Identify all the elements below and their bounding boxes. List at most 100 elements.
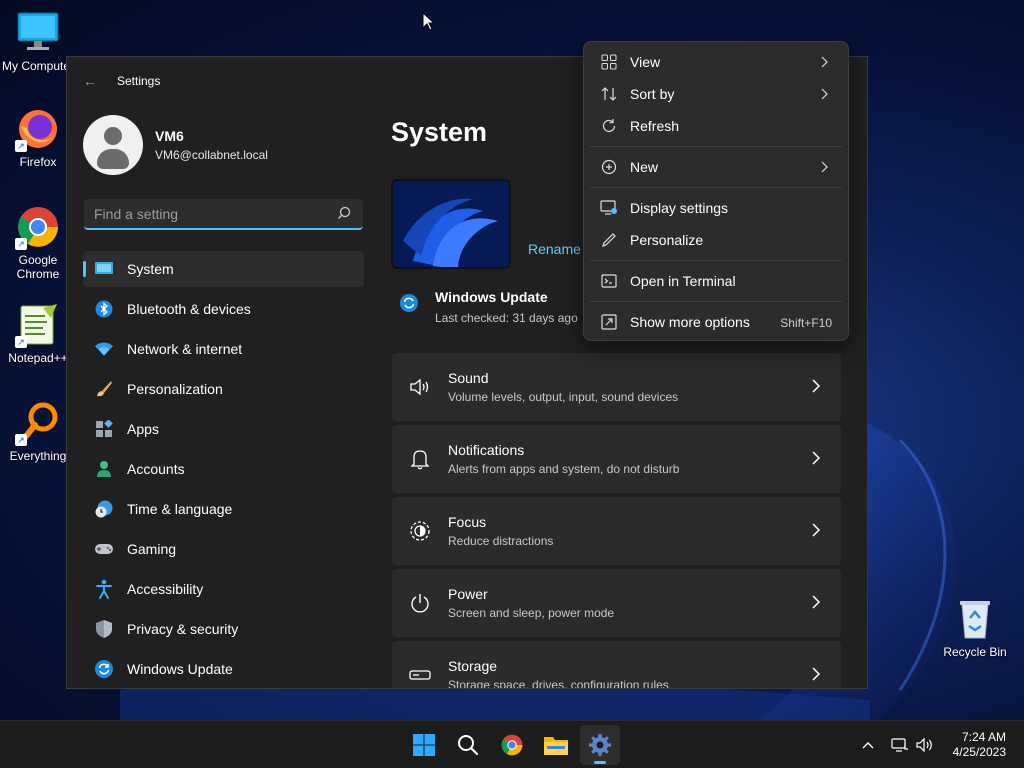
desktop-icon-recycle-bin[interactable]: Recycle Bin: [937, 596, 1013, 659]
desktop-icon-notepadpp[interactable]: ↗ Notepad++: [0, 302, 76, 365]
grid-view-icon: [600, 53, 618, 71]
menu-item-label: Personalize: [630, 232, 704, 248]
sidebar-item-time-language[interactable]: Time & language: [83, 491, 364, 527]
terminal-icon: [600, 272, 618, 290]
sidebar-item-gaming[interactable]: Gaming: [83, 531, 364, 567]
recycle-bin-icon: [952, 596, 998, 642]
back-arrow-icon[interactable]: ←: [83, 73, 101, 89]
tray-chevron-up-icon[interactable]: [856, 721, 880, 768]
desktop-icon-chrome[interactable]: ↗ Google Chrome: [0, 204, 76, 281]
bell-icon: [392, 448, 448, 470]
user-profile[interactable]: VM6 VM6@collabnet.local: [83, 115, 268, 175]
card-title: Sound: [448, 370, 489, 386]
clock-time: 7:24 AM: [961, 730, 1006, 744]
user-email: VM6@collabnet.local: [155, 148, 268, 162]
desktop-icon-label: My Computer: [1, 59, 75, 73]
card-title: Storage: [448, 658, 498, 674]
gamepad-icon: [93, 538, 115, 560]
sidebar-item-label: Windows Update: [127, 661, 233, 677]
sidebar-item-system[interactable]: System: [83, 251, 364, 287]
sidebar-item-accounts[interactable]: Accounts: [83, 451, 364, 487]
menu-item-label: New: [630, 159, 659, 175]
chevron-right-icon: [821, 56, 828, 68]
menu-item-new[interactable]: New: [588, 151, 844, 183]
sidebar-item-label: System: [127, 261, 174, 277]
notepadpp-icon: ↗: [15, 302, 61, 348]
sidebar-item-label: Accessibility: [127, 581, 204, 597]
menu-item-open-terminal[interactable]: Open in Terminal: [588, 265, 844, 297]
plus-circle-icon: [600, 158, 618, 176]
menu-item-refresh[interactable]: Refresh: [588, 110, 844, 142]
sidebar-item-bluetooth[interactable]: Bluetooth & devices: [83, 291, 364, 327]
card-sound[interactable]: Sound Volume levels, output, input, sound…: [392, 353, 841, 421]
user-name: VM6: [155, 128, 184, 144]
card-notifications[interactable]: Notifications Alerts from apps and system…: [392, 425, 841, 493]
search-icon[interactable]: [337, 206, 351, 220]
card-title: Notifications: [448, 442, 525, 458]
card-title: Focus: [448, 514, 487, 530]
card-subtitle: Screen and sleep, power mode: [448, 606, 615, 620]
menu-item-label: Open in Terminal: [630, 273, 736, 289]
settings-icon: [589, 734, 611, 756]
taskbar-file-explorer[interactable]: [536, 725, 576, 765]
windows-update-subtitle: Last checked: 31 days ago: [435, 311, 578, 325]
menu-separator: [590, 260, 842, 261]
sidebar-item-personalization[interactable]: Personalization: [83, 371, 364, 407]
menu-item-sort-by[interactable]: Sort by: [588, 78, 844, 110]
rename-link[interactable]: Rename: [528, 241, 581, 257]
start-button[interactable]: [404, 725, 444, 765]
sidebar-item-accessibility[interactable]: Accessibility: [83, 571, 364, 607]
search-input[interactable]: [94, 205, 334, 222]
menu-separator: [590, 146, 842, 147]
sidebar-item-network[interactable]: Network & internet: [83, 331, 364, 367]
chevron-right-icon: [812, 451, 821, 465]
card-power[interactable]: Power Screen and sleep, power mode: [392, 569, 841, 637]
volume-icon[interactable]: [914, 721, 936, 768]
sidebar-item-windows-update[interactable]: Windows Update: [83, 651, 364, 687]
search-icon: [458, 735, 479, 756]
chevron-right-icon: [821, 161, 828, 173]
taskbar-settings[interactable]: [580, 725, 620, 765]
bluetooth-icon: [93, 298, 115, 320]
desktop-icon-everything[interactable]: ↗ Everything: [0, 400, 76, 463]
clock-date: 4/25/2023: [952, 745, 1006, 759]
sidebar-item-apps[interactable]: Apps: [83, 411, 364, 447]
card-focus[interactable]: Focus Reduce distractions: [392, 497, 841, 565]
desktop-icon-my-computer[interactable]: My Computer: [0, 10, 76, 73]
taskbar-clock[interactable]: 7:24 AM 4/25/2023: [953, 730, 1006, 760]
power-icon: [392, 592, 448, 614]
desktop-icon-label: Recycle Bin: [943, 645, 1007, 659]
network-icon[interactable]: [889, 721, 911, 768]
taskbar: 7:24 AM 4/25/2023: [0, 720, 1024, 768]
desktop-icon-label: Firefox: [19, 155, 57, 169]
wifi-icon: [93, 338, 115, 360]
window-title: Settings: [117, 74, 161, 88]
sidebar-item-label: Privacy & security: [127, 621, 239, 637]
chevron-right-icon: [812, 523, 821, 537]
mouse-cursor-icon: [422, 12, 436, 31]
card-subtitle: Alerts from apps and system, do not dist…: [448, 462, 680, 476]
card-storage[interactable]: Storage Storage space, drives, configurat…: [392, 641, 841, 688]
menu-item-label: View: [630, 54, 661, 70]
menu-item-show-more-options[interactable]: Show more options Shift+F10: [588, 306, 844, 338]
windows-update-status[interactable]: Windows Update Last checked: 31 days ago: [391, 289, 578, 325]
menu-item-label: Show more options: [630, 314, 750, 330]
accessibility-icon: [93, 578, 115, 600]
taskbar-search-button[interactable]: [448, 725, 488, 765]
sidebar-item-label: Gaming: [127, 541, 177, 557]
windows-update-title: Windows Update: [435, 289, 548, 305]
menu-item-personalize[interactable]: Personalize: [588, 224, 844, 256]
taskbar-chrome[interactable]: [492, 725, 532, 765]
menu-item-display-settings[interactable]: Display settings: [588, 192, 844, 224]
menu-item-label: Display settings: [630, 200, 729, 216]
start-icon: [413, 734, 435, 756]
menu-item-view[interactable]: View: [588, 46, 844, 78]
sidebar-item-label: Network & internet: [127, 341, 243, 357]
refresh-icon: [600, 117, 618, 135]
card-subtitle: Volume levels, output, input, sound devi…: [448, 390, 679, 404]
wallpaper-thumbnail[interactable]: [391, 179, 511, 269]
desktop-icon-firefox[interactable]: ↗ Firefox: [0, 106, 76, 169]
accounts-icon: [93, 458, 115, 480]
desktop-context-menu: View Sort by Refresh New Display setting…: [583, 41, 849, 341]
sidebar-item-privacy[interactable]: Privacy & security: [83, 611, 364, 647]
